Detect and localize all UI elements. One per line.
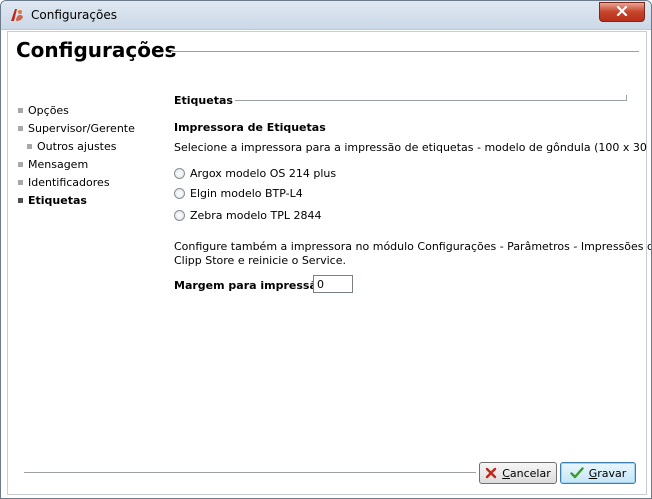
sidebar-item-opcoes[interactable]: Opções xyxy=(17,102,167,120)
checkmark-icon xyxy=(570,467,584,479)
title-bar[interactable]: Configurações xyxy=(1,1,651,30)
section-divider-end xyxy=(626,95,627,101)
sidebar-item-identificadores[interactable]: Identificadores xyxy=(17,174,167,192)
sidebar-item-label: Mensagem xyxy=(28,158,89,171)
radio-label: Zebra modelo TPL 2844 xyxy=(190,208,322,222)
sidebar-item-label: Outros ajustes xyxy=(37,140,117,153)
sidebar-item-etiquetas[interactable]: Etiquetas xyxy=(17,192,167,210)
sidebar-item-supervisor-gerente[interactable]: Supervisor/Gerente xyxy=(17,120,167,138)
sidebar-item-mensagem[interactable]: Mensagem xyxy=(17,156,167,174)
cancel-label-rest: ancelar xyxy=(509,466,551,480)
section-divider xyxy=(235,100,627,101)
page-title: Configurações xyxy=(16,38,177,62)
sidebar-item-label: Opções xyxy=(28,104,69,117)
radio-button[interactable] xyxy=(174,209,185,221)
printer-instruction: Selecione a impressora para a impressão … xyxy=(174,141,652,154)
configuracoes-window: Configurações Configurações Opções Super… xyxy=(0,0,652,499)
bullet-icon xyxy=(27,144,32,149)
bullet-icon xyxy=(18,180,23,185)
sidebar-nav: Opções Supervisor/Gerente Outros ajustes… xyxy=(17,102,167,210)
sidebar-item-outros-ajustes[interactable]: Outros ajustes xyxy=(17,138,167,156)
printer-subheader: Impressora de Etiquetas xyxy=(174,121,326,134)
settings-panel: Configurações Opções Supervisor/Gerente … xyxy=(7,31,651,495)
sidebar-item-label: Identificadores xyxy=(28,176,110,189)
section-header: Etiquetas xyxy=(174,94,233,107)
radio-label: Argox modelo OS 214 plus xyxy=(190,166,337,180)
radio-button[interactable] xyxy=(174,187,185,199)
close-icon xyxy=(616,5,628,19)
cancel-mnemonic: C xyxy=(502,466,510,480)
radio-option-argox[interactable]: Argox modelo OS 214 plus xyxy=(174,165,336,181)
save-button-label: Gravar xyxy=(589,467,627,480)
radio-option-elgin[interactable]: Elgin modelo BTP-L4 xyxy=(174,185,303,201)
app-logo-icon xyxy=(9,7,25,23)
sidebar-item-label: Supervisor/Gerente xyxy=(28,122,135,135)
bullet-icon xyxy=(18,198,23,203)
cancel-x-icon xyxy=(485,467,497,479)
bullet-icon xyxy=(18,108,23,113)
radio-label: Elgin modelo BTP-L4 xyxy=(190,186,303,200)
cancel-button[interactable]: Cancelar xyxy=(479,462,557,484)
close-button[interactable] xyxy=(599,2,645,22)
sidebar-item-label: Etiquetas xyxy=(28,194,87,207)
cancel-button-label: Cancelar xyxy=(502,467,551,480)
margin-label: Margem para impressão xyxy=(174,279,325,292)
save-label-rest: ravar xyxy=(597,466,627,480)
margin-input[interactable] xyxy=(313,275,353,293)
bullet-icon xyxy=(18,162,23,167)
radio-button[interactable] xyxy=(174,167,185,179)
config-note-line-1: Configure também a impressora no módulo … xyxy=(174,240,652,253)
save-button[interactable]: Gravar xyxy=(560,462,636,484)
config-note-line-2: Clipp Store e reinicie o Service. xyxy=(174,254,346,267)
radio-option-zebra[interactable]: Zebra modelo TPL 2844 xyxy=(174,207,322,223)
bullet-icon xyxy=(18,126,23,131)
footer-divider xyxy=(24,472,476,474)
window-title: Configurações xyxy=(31,8,117,22)
title-divider xyxy=(171,51,639,53)
save-mnemonic: G xyxy=(588,466,598,480)
